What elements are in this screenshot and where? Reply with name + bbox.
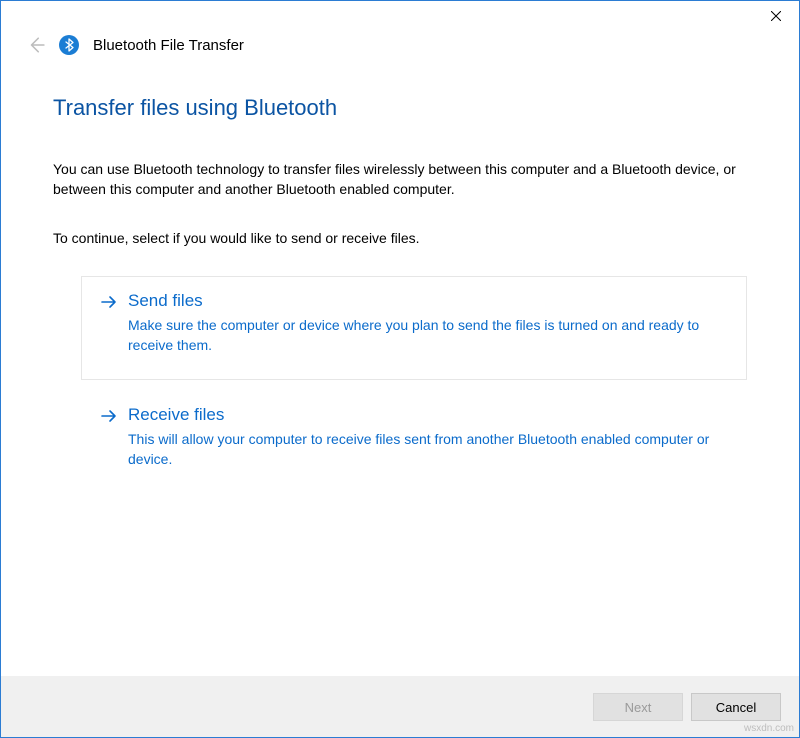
header: Bluetooth File Transfer [1, 35, 799, 63]
titlebar [1, 1, 799, 35]
bluetooth-icon [59, 35, 79, 55]
option-title: Receive files [128, 405, 728, 425]
watermark: wsxdn.com [744, 723, 794, 734]
next-button[interactable]: Next [593, 693, 683, 721]
close-icon [771, 11, 781, 21]
option-body: Receive files This will allow your compu… [128, 405, 728, 470]
footer: Next Cancel [1, 676, 799, 737]
page-heading: Transfer files using Bluetooth [53, 95, 747, 121]
cancel-button[interactable]: Cancel [691, 693, 781, 721]
option-title: Send files [128, 291, 728, 311]
option-body: Send files Make sure the computer or dev… [128, 291, 728, 356]
wizard-window: Bluetooth File Transfer Transfer files u… [0, 0, 800, 738]
option-send-files[interactable]: Send files Make sure the computer or dev… [81, 276, 747, 381]
option-description: Make sure the computer or device where y… [128, 315, 728, 356]
close-button[interactable] [753, 1, 799, 31]
arrow-right-icon [100, 293, 118, 356]
arrow-right-icon [100, 407, 118, 470]
intro-text: You can use Bluetooth technology to tran… [53, 159, 747, 200]
back-arrow-icon [27, 36, 45, 54]
option-description: This will allow your computer to receive… [128, 429, 728, 470]
content-area: Transfer files using Bluetooth You can u… [1, 63, 799, 676]
instruction-text: To continue, select if you would like to… [53, 230, 747, 246]
option-list: Send files Make sure the computer or dev… [53, 276, 747, 495]
back-button[interactable] [27, 36, 45, 54]
window-title: Bluetooth File Transfer [93, 37, 244, 54]
option-receive-files[interactable]: Receive files This will allow your compu… [81, 390, 747, 495]
